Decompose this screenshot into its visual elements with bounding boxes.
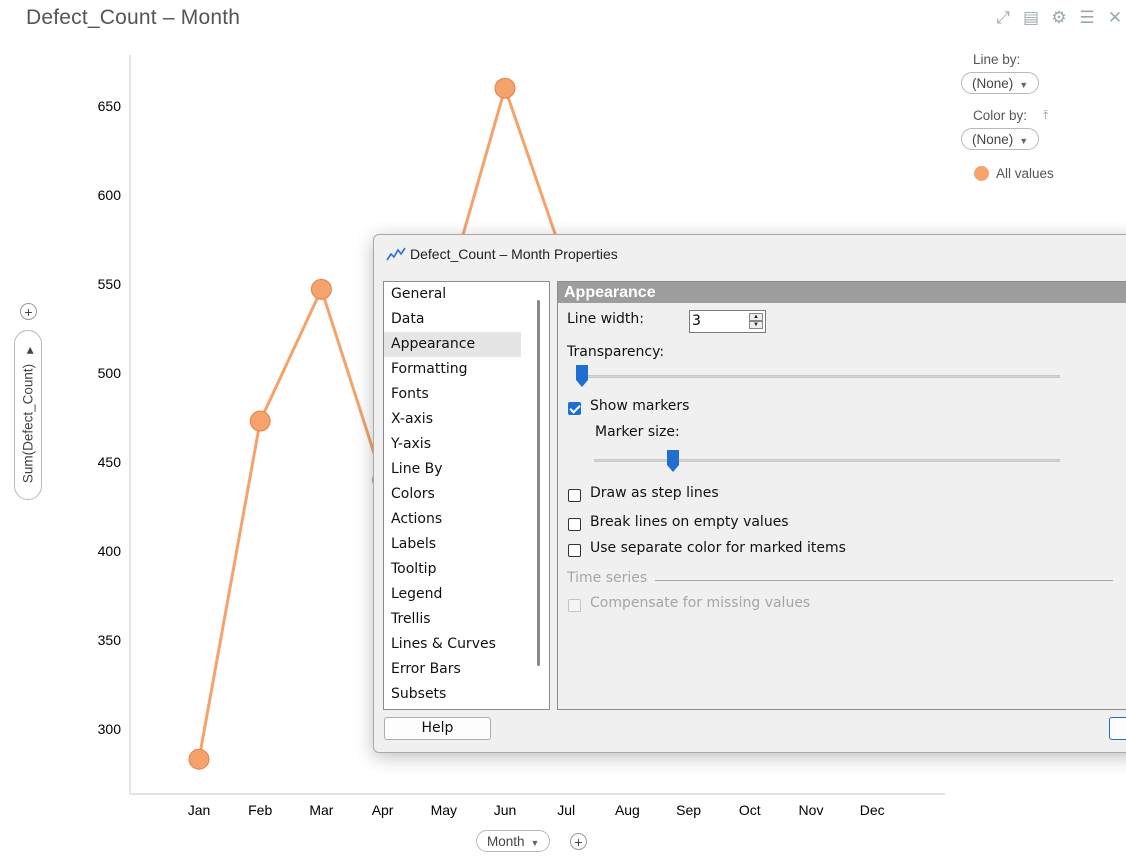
nav-item-formatting[interactable]: Formatting bbox=[384, 357, 521, 382]
y-tick-label: 350 bbox=[98, 632, 122, 648]
nav-item-trellis[interactable]: Trellis bbox=[384, 607, 521, 632]
marker-size-slider-thumb[interactable] bbox=[667, 450, 680, 472]
nav-item-colors[interactable]: Colors bbox=[384, 482, 521, 507]
nav-item-line-by[interactable]: Line By bbox=[384, 457, 521, 482]
nav-items: General Data Appearance Formatting Fonts X-ax… bbox=[384, 282, 549, 707]
x-axis-selector-label: Month bbox=[487, 834, 525, 849]
separate-color-label: Use separate color for marked items bbox=[590, 540, 846, 556]
nav-item-y-axis[interactable]: Y-axis bbox=[384, 432, 521, 457]
x-tick-label: Jun bbox=[494, 802, 517, 818]
line-width-label: Line width: bbox=[567, 311, 644, 327]
y-ticks: 300 350 400 450 500 550 600 650 bbox=[98, 98, 122, 737]
nav-item-x-axis[interactable]: X-axis bbox=[384, 407, 521, 432]
dialog-title: Defect_Count – Month Properties bbox=[410, 246, 618, 262]
line-width-input[interactable] bbox=[692, 312, 742, 330]
compensate-label: Compensate for missing values bbox=[590, 595, 811, 611]
y-tick-label: 300 bbox=[98, 721, 122, 737]
ok-button[interactable] bbox=[1109, 717, 1126, 740]
appearance-panel: Appearance Line width: ▲ ▼ Transparency:… bbox=[557, 281, 1126, 710]
marker-size-track[interactable] bbox=[594, 459, 1060, 462]
show-markers-label: Show markers bbox=[590, 398, 690, 414]
x-tick-label: Oct bbox=[739, 802, 761, 818]
nav-item-fonts[interactable]: Fonts bbox=[384, 382, 521, 407]
show-markers-checkbox[interactable] bbox=[568, 402, 581, 415]
transparency-label: Transparency: bbox=[567, 344, 665, 360]
nav-scrollbar[interactable] bbox=[537, 300, 540, 666]
y-tick-label: 450 bbox=[98, 454, 122, 470]
y-tick-label: 650 bbox=[98, 98, 122, 114]
separate-color-checkbox[interactable] bbox=[568, 544, 581, 557]
section-header: Appearance bbox=[558, 282, 1126, 303]
y-tick-label: 600 bbox=[98, 187, 122, 203]
nav-item-data[interactable]: Data bbox=[384, 307, 521, 332]
nav-item-appearance[interactable]: Appearance bbox=[384, 332, 521, 357]
x-tick-label: May bbox=[431, 802, 457, 818]
transparency-slider-thumb[interactable] bbox=[576, 365, 588, 387]
y-tick-label: 400 bbox=[98, 543, 122, 559]
add-x-axis-icon[interactable]: + bbox=[570, 833, 587, 850]
increment-icon[interactable]: ▲ bbox=[749, 313, 763, 321]
nav-item-error-bars[interactable]: Error Bars bbox=[384, 657, 521, 682]
nav-item-tooltip[interactable]: Tooltip bbox=[384, 557, 521, 582]
nav-item-actions[interactable]: Actions bbox=[384, 507, 521, 532]
properties-dialog: Defect_Count – Month Properties General D… bbox=[373, 234, 1126, 753]
x-tick-label: Dec bbox=[860, 802, 885, 818]
decrement-icon[interactable]: ▼ bbox=[749, 321, 763, 329]
x-axis-selector[interactable]: Month ▼ bbox=[476, 830, 551, 852]
data-point-marker[interactable] bbox=[310, 278, 332, 300]
line-chart-icon bbox=[386, 247, 406, 261]
x-tick-label: Nov bbox=[799, 802, 824, 818]
chevron-down-icon: ▼ bbox=[530, 838, 540, 848]
properties-nav-list: General Data Appearance Formatting Fonts X-ax… bbox=[383, 281, 550, 710]
x-tick-label: Sep bbox=[676, 802, 701, 818]
nav-item-general[interactable]: General bbox=[384, 282, 521, 307]
time-series-divider bbox=[655, 580, 1113, 581]
transparency-track[interactable] bbox=[576, 375, 1060, 378]
compensate-checkbox[interactable] bbox=[568, 599, 581, 612]
nav-item-lines-curves[interactable]: Lines & Curves bbox=[384, 632, 521, 657]
nav-item-legend[interactable]: Legend bbox=[384, 582, 521, 607]
stepper-buttons: ▲ ▼ bbox=[749, 313, 763, 330]
x-tick-label: Feb bbox=[248, 802, 272, 818]
x-tick-label: Apr bbox=[372, 802, 394, 818]
data-point-marker[interactable] bbox=[249, 410, 271, 432]
x-tick-label: Aug bbox=[615, 802, 640, 818]
x-tick-label: Jan bbox=[188, 802, 211, 818]
data-point-marker[interactable] bbox=[494, 77, 516, 99]
data-point-marker[interactable] bbox=[188, 748, 210, 770]
help-button[interactable]: Help bbox=[384, 717, 491, 740]
step-lines-label: Draw as step lines bbox=[590, 485, 719, 501]
x-tick-label: Mar bbox=[309, 802, 333, 818]
y-tick-label: 550 bbox=[98, 276, 122, 292]
nav-item-labels[interactable]: Labels bbox=[384, 532, 521, 557]
y-tick-label: 500 bbox=[98, 365, 122, 381]
time-series-label: Time series bbox=[567, 570, 648, 586]
marker-size-label: Marker size: bbox=[595, 424, 680, 440]
line-width-stepper[interactable]: ▲ ▼ bbox=[689, 310, 766, 333]
x-tick-label: Jul bbox=[557, 802, 575, 818]
break-lines-label: Break lines on empty values bbox=[590, 514, 789, 530]
x-ticks: Jan Feb Mar Apr May Jun Jul Aug Sep Oct Nov Dec bbox=[188, 802, 885, 818]
break-lines-checkbox[interactable] bbox=[568, 518, 581, 531]
nav-item-subsets[interactable]: Subsets bbox=[384, 682, 521, 707]
step-lines-checkbox[interactable] bbox=[568, 489, 581, 502]
